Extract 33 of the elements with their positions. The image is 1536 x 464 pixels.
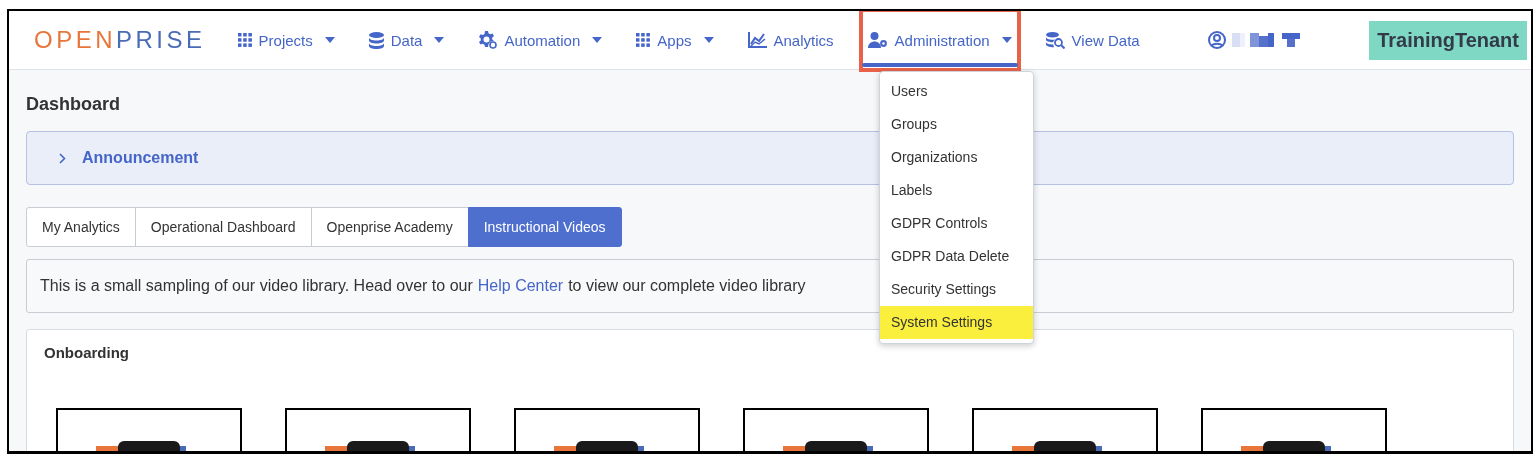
menu-item[interactable]: Users (880, 75, 1033, 108)
help-center-link[interactable]: Help Center (477, 277, 564, 295)
menu-item[interactable]: GDPR Controls (880, 207, 1033, 240)
info-text: to view our complete video library (568, 277, 806, 295)
page-title: Dashboard (26, 94, 122, 115)
nav-item[interactable]: Data (362, 11, 451, 69)
grid-icon (237, 33, 252, 47)
user-icon[interactable] (1207, 31, 1226, 49)
tab[interactable]: Instructional Videos (467, 207, 622, 247)
logo[interactable]: OPEN PRISE (34, 26, 206, 54)
nav-item[interactable]: Projects (231, 11, 341, 69)
tab[interactable]: Openprise Academy (310, 207, 469, 247)
database-icon (368, 31, 384, 49)
grid-icon (636, 33, 651, 47)
tab[interactable]: My Analytics (26, 207, 136, 247)
menu-item[interactable]: System Settings (880, 306, 1033, 339)
menu-item[interactable]: GDPR Data Delete (880, 240, 1033, 273)
nav-item[interactable]: Apps (630, 11, 720, 69)
nav-item[interactable]: Administration (861, 11, 1018, 69)
menu-item[interactable]: Organizations (880, 141, 1033, 174)
info-text: This is a small sampling of our video library. Head over to our (40, 277, 473, 295)
nav-item[interactable]: Analytics (741, 11, 840, 69)
database-search-icon (1045, 31, 1065, 49)
gear-icon (478, 31, 498, 49)
line-chart-icon (747, 32, 767, 48)
menu-item[interactable]: Security Settings (880, 273, 1033, 306)
nav-item[interactable]: Automation (472, 11, 609, 69)
user-gear-icon (867, 32, 888, 48)
section-title: Onboarding (44, 344, 130, 361)
tenant-badge: TrainingTenant (1369, 20, 1527, 60)
chevron-icon (59, 152, 66, 164)
nav-item[interactable]: View Data (1039, 11, 1146, 69)
tab[interactable]: Operational Dashboard (134, 207, 312, 247)
